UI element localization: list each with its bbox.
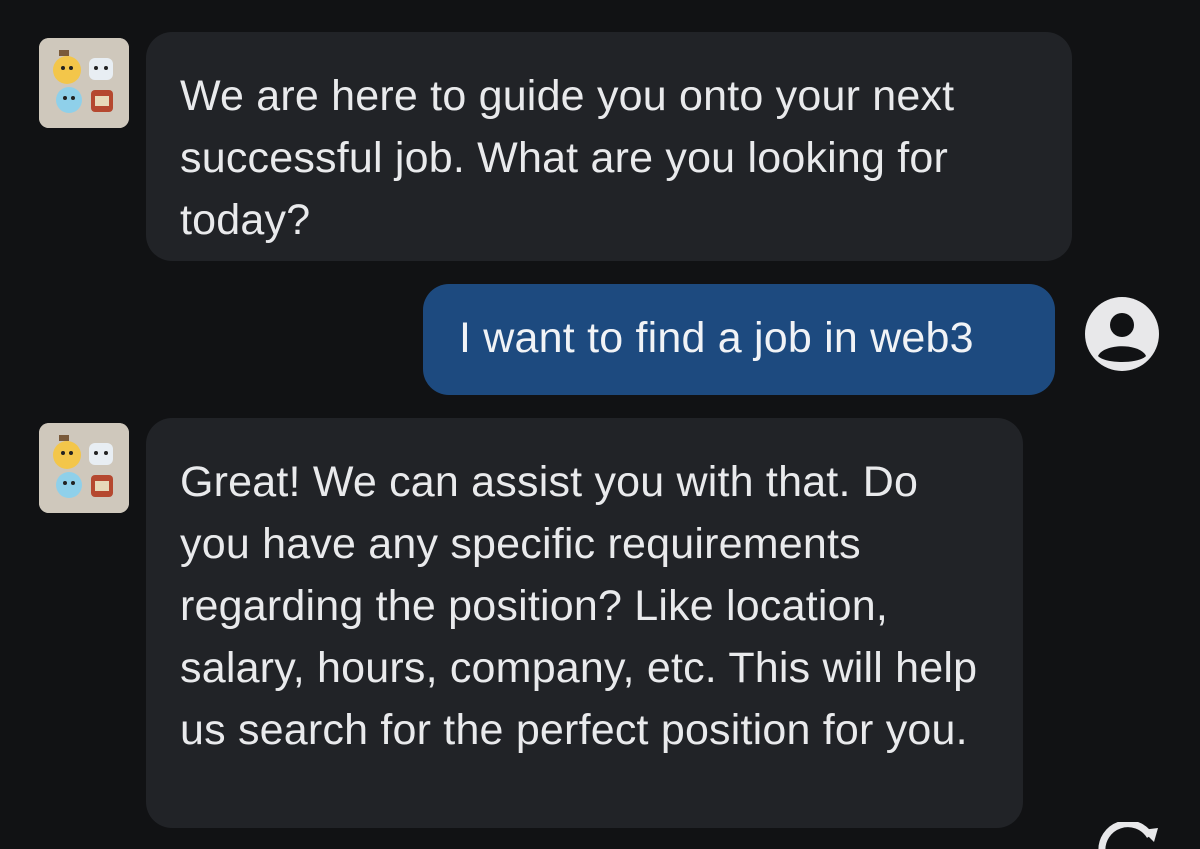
user-circle-icon[interactable]	[1084, 296, 1160, 372]
chat-thread: We are here to guide you onto your next …	[0, 0, 1200, 849]
bot-message-2: Great! We can assist you with that. Do y…	[146, 418, 1023, 828]
bot-avatar	[39, 423, 129, 513]
bot-message-1: We are here to guide you onto your next …	[146, 32, 1072, 261]
bot-avatar	[39, 38, 129, 128]
refresh-icon[interactable]	[1094, 820, 1164, 849]
user-message-1: I want to find a job in web3	[423, 284, 1055, 395]
